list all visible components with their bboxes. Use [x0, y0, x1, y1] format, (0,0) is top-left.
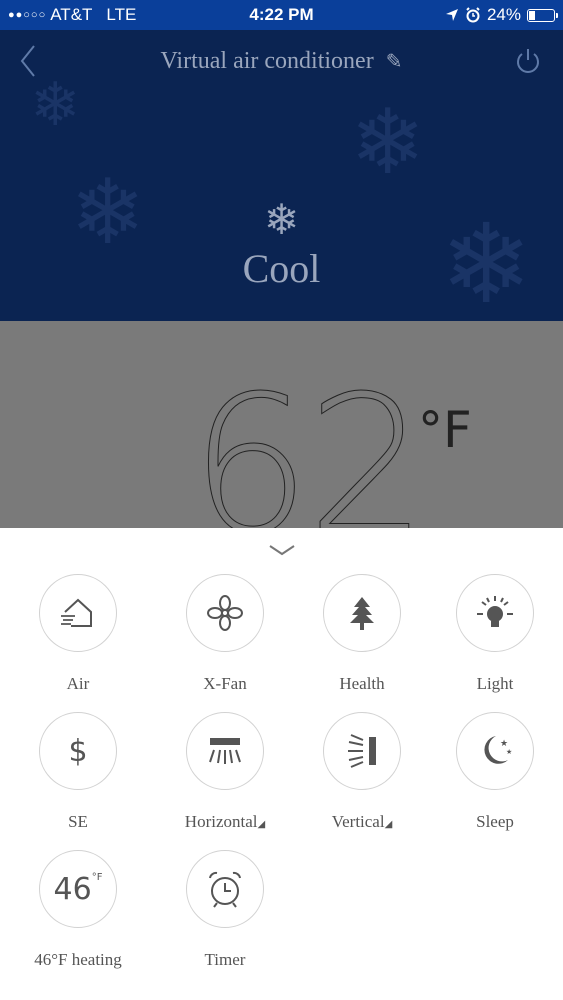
light-label: Light [476, 674, 514, 693]
battery-icon [527, 8, 558, 22]
snowflake-icon: ❄ [263, 195, 300, 244]
fan-icon [207, 595, 243, 631]
timer-label: Timer [204, 950, 246, 969]
se-label: SE [68, 812, 88, 831]
air-button[interactable]: Air [8, 574, 148, 694]
nav-bar: Virtual air conditioner ✎ [0, 30, 563, 94]
control-panel: Air X-Fan Health Light $ SE Horizontal◢ … [0, 528, 563, 1000]
power-icon [517, 49, 539, 73]
vertical-label: Vertical [331, 812, 385, 831]
sleep-label: Sleep [476, 812, 514, 831]
horizontal-swing-icon [209, 738, 241, 764]
horizontal-label: Horizontal [184, 812, 258, 831]
46f-heating-label: 46°F heating [34, 950, 122, 969]
46f-icon: 46°F [53, 871, 103, 907]
temperature-display: 62 °F [0, 321, 563, 528]
alarm-clock-icon [209, 871, 241, 908]
se-button[interactable]: $ SE [8, 712, 148, 832]
dropdown-triangle-icon: ◢ [257, 819, 266, 830]
snowflake-background-icon: ❄ [350, 90, 426, 195]
health-label: Health [339, 674, 385, 693]
x-fan-button[interactable]: X-Fan [155, 574, 295, 694]
status-bar: ●●○○○ AT&T LTE 4:22 PM 24% [0, 0, 563, 30]
timer-button[interactable]: Timer [155, 850, 295, 970]
46f-heating-button[interactable]: 46°F 46°F heating [8, 850, 148, 970]
light-button[interactable]: Light [425, 574, 563, 694]
chevron-down-icon [269, 545, 295, 556]
vertical-swing-button[interactable]: Vertical◢ [292, 712, 432, 832]
tree-icon [350, 597, 374, 630]
edit-pencil-icon[interactable]: ✎ [386, 49, 403, 73]
horizontal-swing-button[interactable]: Horizontal◢ [155, 712, 295, 832]
temperature-unit: °F [418, 401, 472, 459]
air-label: Air [66, 674, 90, 693]
device-name: Virtual air conditioner [160, 48, 374, 74]
air-house-icon [61, 598, 92, 627]
page-title: Virtual air conditioner ✎ [0, 48, 563, 75]
alarm-icon [466, 7, 480, 23]
moon-stars-icon: ★ ★ [484, 736, 512, 764]
mode-header: ❄ ❄ ❄ ❄ Virtual air conditioner ✎ ❄ Cool [0, 30, 563, 321]
health-button[interactable]: Health [292, 574, 432, 694]
dropdown-triangle-icon: ◢ [384, 819, 393, 830]
collapse-panel-button[interactable] [266, 542, 298, 564]
x-fan-label: X-Fan [203, 674, 247, 693]
battery-percent: 24% [486, 5, 521, 24]
location-arrow-icon [445, 9, 458, 21]
temperature-value: 62 [190, 355, 429, 528]
vertical-swing-icon [348, 734, 376, 768]
mode-label: Cool [242, 246, 321, 291]
light-bulb-icon [477, 596, 513, 627]
svg-text:★: ★ [506, 748, 512, 756]
dollar-icon: $ [68, 733, 88, 769]
power-button[interactable] [513, 46, 543, 76]
sleep-button[interactable]: ★ ★ Sleep [425, 712, 563, 832]
